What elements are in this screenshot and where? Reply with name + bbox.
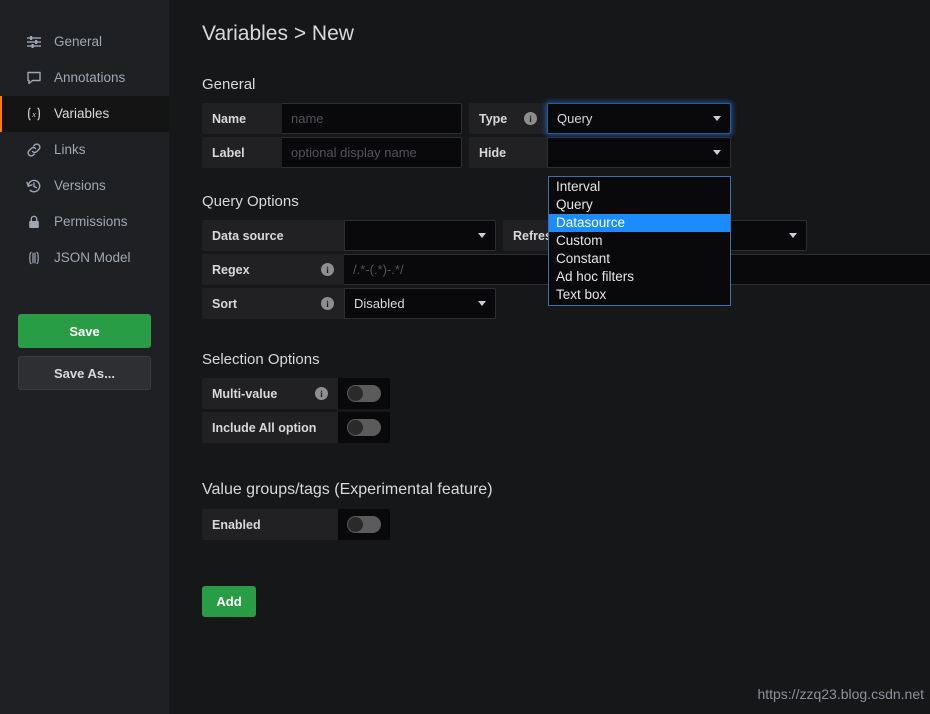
info-icon[interactable]: i [321, 263, 334, 276]
toggle-knob [348, 517, 363, 532]
hide-select[interactable] [547, 137, 731, 168]
name-type-row: Name Type i Query [202, 103, 930, 134]
chevron-down-icon [713, 116, 721, 121]
dashboard-settings-page: General Annotations x Variables Links Ve… [0, 0, 930, 714]
general-section: General Name Type i Query Label [202, 76, 930, 168]
svg-text:x: x [31, 110, 36, 119]
sidebar-item-label: JSON Model [54, 250, 131, 266]
dropdown-option-interval[interactable]: Interval [549, 178, 730, 196]
enabled-row: Enabled [202, 509, 930, 540]
dropdown-option-constant[interactable]: Constant [549, 250, 730, 268]
sort-select-value: Disabled [354, 296, 405, 311]
save-as-button[interactable]: Save As... [18, 356, 151, 390]
sidebar-actions: Save Save As... [0, 314, 169, 390]
label-label: Label [202, 137, 282, 168]
toggle-knob [348, 420, 363, 435]
info-icon[interactable]: i [524, 112, 537, 125]
multivalue-label: Multi-value i [202, 378, 338, 409]
sidebar-item-links[interactable]: Links [0, 132, 169, 168]
sidebar-item-permissions[interactable]: Permissions [0, 204, 169, 240]
info-icon[interactable]: i [315, 387, 328, 400]
multivalue-toggle[interactable] [338, 378, 390, 409]
dropdown-option-datasource[interactable]: Datasource [549, 214, 730, 232]
sidebar-item-json-model[interactable]: JSON Model [0, 240, 169, 276]
lock-icon [25, 213, 43, 231]
includeall-toggle[interactable] [338, 412, 390, 443]
enabled-label: Enabled [202, 509, 338, 540]
history-icon [25, 177, 43, 195]
toggle-track [347, 385, 381, 402]
enabled-toggle[interactable] [338, 509, 390, 540]
dropdown-option-custom[interactable]: Custom [549, 232, 730, 250]
sliders-icon [25, 33, 43, 51]
comment-icon [25, 69, 43, 87]
name-label: Name [202, 103, 282, 134]
dropdown-option-query[interactable]: Query [549, 196, 730, 214]
label-input[interactable] [282, 137, 462, 168]
sidebar-item-label: Permissions [54, 214, 128, 230]
settings-main-content: Variables > New General Name Type i Quer… [169, 0, 930, 714]
toggle-track [347, 419, 381, 436]
sidebar-item-variables[interactable]: x Variables [0, 96, 169, 132]
datasource-select[interactable] [344, 220, 496, 251]
selection-options-title: Selection Options [202, 351, 320, 368]
brackets-icon [25, 249, 43, 267]
sidebar-item-label: Versions [54, 178, 106, 194]
sidebar-item-label: General [54, 34, 103, 50]
chevron-down-icon [789, 233, 797, 238]
type-select-value: Query [557, 111, 593, 126]
value-groups-section: Value groups/tags (Experimental feature)… [202, 481, 930, 540]
hide-label: Hide [469, 137, 547, 168]
datasource-label: Data source [202, 220, 344, 251]
chevron-down-icon [478, 301, 486, 306]
save-button[interactable]: Save [18, 314, 151, 348]
sort-select[interactable]: Disabled [344, 288, 496, 319]
multivalue-row: Multi-value i [202, 378, 930, 409]
variable-icon: x [25, 105, 43, 123]
page-title: Variables > New [202, 22, 354, 45]
sort-label: Sort i [202, 288, 344, 319]
type-dropdown-menu[interactable]: Interval Query Datasource Custom Constan… [548, 176, 731, 306]
toggle-track [347, 516, 381, 533]
selection-options-section: Selection Options Multi-value i Include … [202, 351, 930, 443]
link-icon [25, 141, 43, 159]
sidebar-item-label: Links [54, 142, 86, 158]
add-button[interactable]: Add [202, 586, 256, 617]
chevron-down-icon [478, 233, 486, 238]
general-section-title: General [202, 76, 256, 93]
sidebar-item-label: Annotations [54, 70, 126, 86]
dropdown-option-ad-hoc-filters[interactable]: Ad hoc filters [549, 268, 730, 286]
includeall-label: Include All option [202, 412, 338, 443]
type-select[interactable]: Query [547, 103, 731, 134]
sidebar-item-label: Variables [54, 106, 110, 122]
name-input[interactable] [282, 103, 462, 134]
sidebar-item-annotations[interactable]: Annotations [0, 60, 169, 96]
sidebar-item-versions[interactable]: Versions [0, 168, 169, 204]
label-hide-row: Label Hide [202, 137, 930, 168]
watermark: https://zzq23.blog.csdn.net [757, 686, 924, 702]
info-icon[interactable]: i [321, 297, 334, 310]
dropdown-option-text-box[interactable]: Text box [549, 286, 730, 304]
sidebar-item-general[interactable]: General [0, 24, 169, 60]
chevron-down-icon [713, 150, 721, 155]
value-groups-title: Value groups/tags (Experimental feature) [202, 481, 493, 498]
includeall-row: Include All option [202, 412, 930, 443]
regex-label: Regex i [202, 254, 344, 285]
toggle-knob [348, 386, 363, 401]
settings-sidebar: General Annotations x Variables Links Ve… [0, 0, 169, 714]
type-label: Type i [469, 103, 547, 134]
